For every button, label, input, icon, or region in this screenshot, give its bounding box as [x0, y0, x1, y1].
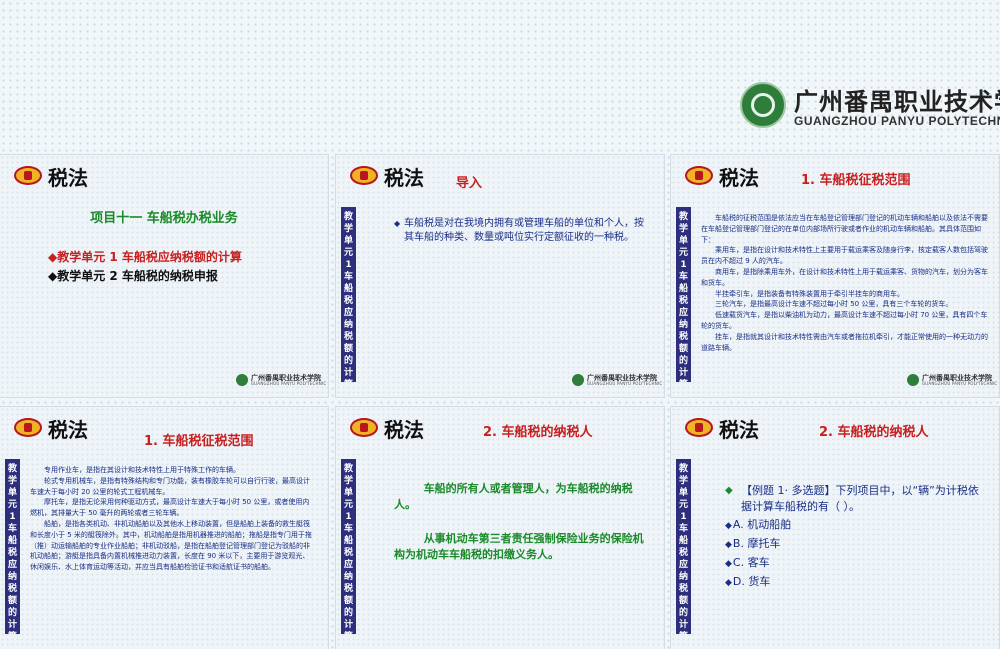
option-c: C. 客车	[725, 555, 987, 572]
college-seal-icon	[740, 82, 786, 128]
slide-title: 1. 车船税征税范围	[801, 173, 911, 188]
withholding-agent: 从事机动车第三者责任强制保险业务的保险机构为机动车车船税的扣缴义务人。	[394, 532, 644, 561]
college-seal-icon	[907, 374, 919, 386]
option-a: A. 机动船舶	[725, 517, 987, 534]
slide-thumbnail-4[interactable]: 税法 1. 车船税征税范围 教学单元1 车船税应纳税额的计算 专用作业车，是指在…	[0, 407, 328, 649]
tax-emblem-icon	[685, 166, 713, 185]
college-logo: 广州番禺职业技术学院 GUANGZHOU PANYU POLYTECHNIC	[740, 80, 1000, 132]
slide-thumbnail-3[interactable]: 税法 1. 车船税征税范围 教学单元1 车船税应纳税额的计算 车船税的征税范围是…	[671, 155, 999, 397]
option-d: D. 货车	[725, 574, 987, 591]
slide-brand: 税法	[384, 418, 424, 442]
unit-sidebar: 教学单元1 车船税应纳税额的计算	[676, 459, 691, 634]
slide-title: 2. 车船税的纳税人	[483, 425, 593, 440]
tax-emblem-icon	[685, 418, 713, 437]
unit-sidebar: 教学单元1 车船税应纳税额的计算	[5, 459, 20, 634]
footer-logo: 广州番禺职业技术学院 GUANGZHOU PANYU POLYTECHNIC	[907, 373, 997, 388]
option-b: B. 摩托车	[725, 536, 987, 553]
slide-thumbnail-1[interactable]: 税法 项目十一 车船税办税业务 ◆教学单元 1 车船税应纳税额的计算 ◆教学单元…	[0, 155, 328, 397]
example-question: 【例题 1· 多选题】下列项目中，以“辆”为计税依据计算车船税的有（ ）。 A.…	[725, 483, 987, 591]
slide-title: 导入	[456, 176, 483, 191]
slide-thumbnail-5[interactable]: 税法 2. 车船税的纳税人 教学单元1 车船税应纳税额的计算 车船的所有人或者管…	[336, 407, 664, 649]
slide-thumbnail-6[interactable]: 税法 2. 车船税的纳税人 教学单元1 车船税应纳税额的计算 【例题 1· 多选…	[671, 407, 999, 649]
unit-sidebar: 教学单元1 车船税应纳税额的计算	[676, 207, 691, 382]
slide-brand: 税法	[719, 166, 759, 190]
unit-sidebar: 教学单元1 车船税应纳税额的计算	[341, 459, 356, 634]
slide-brand: 税法	[384, 166, 424, 190]
tax-emblem-icon	[350, 418, 378, 437]
slide-brand: 税法	[48, 166, 88, 190]
slide-body: 专用作业车，是指在其设计和技术特性上用于特殊工作的车辆。 轮式专用机械车，是指有…	[30, 466, 312, 572]
project-title: 项目十一 车船税办税业务	[90, 211, 238, 226]
footer-logo: 广州番禺职业技术学院 GUANGZHOU PANYU POLYTECHNIC	[572, 373, 662, 388]
unit-item-1: ◆教学单元 1 车船税应纳税额的计算	[48, 250, 242, 264]
unit-sidebar: 教学单元1 车船税应纳税额的计算	[341, 207, 356, 382]
college-name-cn: 广州番禺职业技术学院	[794, 87, 1000, 116]
college-name-en: GUANGZHOU PANYU POLYTECHNIC	[794, 114, 1000, 128]
college-seal-icon	[572, 374, 584, 386]
taxpayer-definition: 车船的所有人或者管理人，为车船税的纳税人。	[394, 482, 633, 511]
tax-emblem-icon	[14, 166, 42, 185]
tax-emblem-icon	[350, 166, 378, 185]
tax-emblem-icon	[14, 418, 42, 437]
slide-body: 车船税的征税范围是依法应当在车船登记管理部门登记的机动车辆和船舶以及依法不需要在…	[701, 214, 988, 352]
question-text: 【例题 1· 多选题】下列项目中，以“辆”为计税依据计算车船税的有（ ）。	[725, 483, 987, 515]
slide-body: 车船税是对在我境内拥有或管理车船的单位和个人，按其车船的种类、数量或吨位实行定额…	[394, 217, 652, 245]
footer-logo: 广州番禺职业技术学院 GUANGZHOU PANYU POLYTECHNIC	[236, 373, 326, 388]
slide-brand: 税法	[719, 418, 759, 442]
slide-brand: 税法	[48, 418, 88, 442]
college-seal-icon	[236, 374, 248, 386]
slide-title: 2. 车船税的纳税人	[819, 425, 929, 440]
slide-title: 1. 车船税征税范围	[144, 434, 254, 449]
slide-thumbnail-2[interactable]: 税法 导入 教学单元1 车船税应纳税额的计算 车船税是对在我境内拥有或管理车船的…	[336, 155, 664, 397]
unit-item-2: ◆教学单元 2 车船税的纳税申报	[48, 269, 218, 283]
